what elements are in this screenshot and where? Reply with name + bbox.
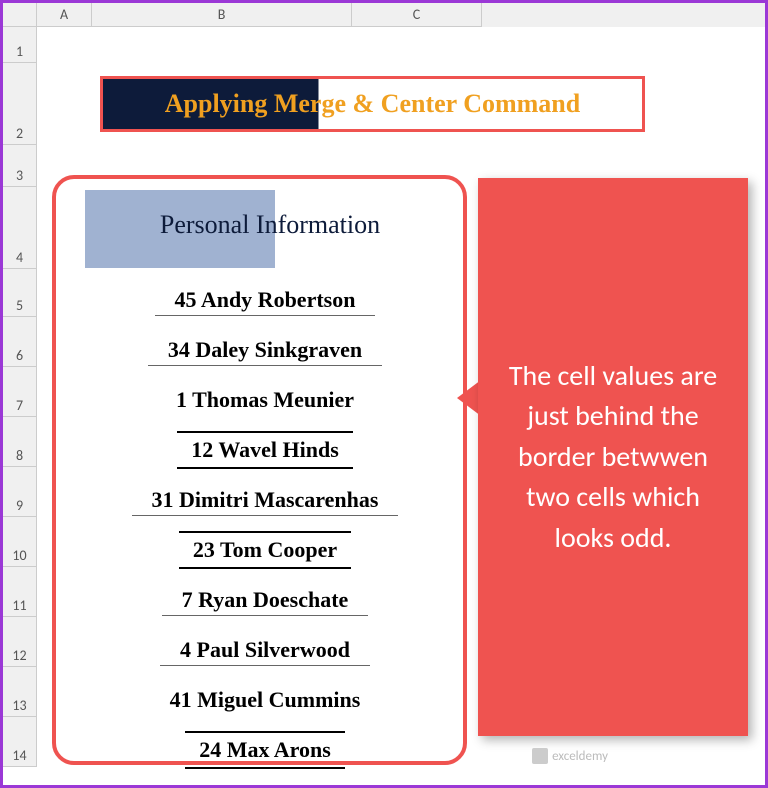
select-all-corner[interactable] [3, 3, 37, 27]
person-num: 41 [170, 687, 192, 712]
table-row[interactable]: 34 Daley Sinkgraven [80, 325, 450, 375]
column-headers: A B C [3, 3, 765, 27]
row-header-10[interactable]: 10 [3, 517, 37, 567]
person-num: 23 [193, 537, 215, 562]
person-num: 12 [191, 437, 213, 462]
person-num: 7 [182, 587, 193, 612]
row-header-4[interactable]: 4 [3, 187, 37, 269]
row-header-5[interactable]: 5 [3, 269, 37, 317]
row-header-9[interactable]: 9 [3, 467, 37, 517]
person-name: Ryan Doeschate [198, 587, 348, 612]
table-row[interactable]: 1 Thomas Meunier [80, 375, 450, 425]
col-header-A[interactable]: A [37, 3, 92, 27]
callout-text: The cell values are just behind the bord… [494, 356, 732, 559]
row-header-3[interactable]: 3 [3, 145, 37, 187]
person-num: 24 [199, 737, 221, 762]
row-header-7[interactable]: 7 [3, 367, 37, 417]
row-header-6[interactable]: 6 [3, 317, 37, 367]
person-num: 31 [152, 487, 174, 512]
section-header-cell[interactable]: Personal Information [100, 195, 440, 255]
callout-box: The cell values are just behind the bord… [478, 178, 748, 736]
row-header-13[interactable]: 13 [3, 667, 37, 717]
person-name: Dimitri Mascarenhas [179, 487, 378, 512]
person-name: Max Arons [227, 737, 331, 762]
title-merged-cell[interactable]: Applying Merge & Center Command [100, 76, 645, 132]
watermark: exceldemy [532, 748, 608, 764]
table-row[interactable]: 12 Wavel Hinds [80, 425, 450, 475]
watermark-brand: exceldemy [552, 749, 608, 764]
person-num: 34 [168, 337, 190, 362]
col-header-B[interactable]: B [92, 3, 352, 27]
row-header-11[interactable]: 11 [3, 567, 37, 617]
person-name: Andy Robertson [201, 287, 356, 312]
col-header-C[interactable]: C [352, 3, 482, 27]
person-name: Thomas Meunier [192, 387, 354, 412]
data-table: 45 Andy Robertson 34 Daley Sinkgraven 1 … [80, 275, 450, 775]
row-header-12[interactable]: 12 [3, 617, 37, 667]
person-name: Wavel Hinds [218, 437, 338, 462]
watermark-logo-icon [532, 748, 548, 764]
table-row[interactable]: 31 Dimitri Mascarenhas [80, 475, 450, 525]
row-header-14[interactable]: 14 [3, 717, 37, 767]
table-row[interactable]: 24 Max Arons [80, 725, 450, 775]
person-name: Paul Silverwood [197, 637, 350, 662]
table-row[interactable]: 23 Tom Cooper [80, 525, 450, 575]
person-num: 45 [175, 287, 197, 312]
spreadsheet-grid: A B C [3, 3, 765, 27]
person-num: 4 [180, 637, 191, 662]
person-num: 1 [176, 387, 187, 412]
person-name: Tom Cooper [220, 537, 337, 562]
row-header-2[interactable]: 2 [3, 63, 37, 145]
person-name: Daley Sinkgraven [195, 337, 362, 362]
table-row[interactable]: 7 Ryan Doeschate [80, 575, 450, 625]
person-name: Miguel Cummins [197, 687, 360, 712]
table-row[interactable]: 45 Andy Robertson [80, 275, 450, 325]
row-header-8[interactable]: 8 [3, 417, 37, 467]
table-row[interactable]: 41 Miguel Cummins [80, 675, 450, 725]
row-header-1[interactable]: 1 [3, 27, 37, 63]
table-row[interactable]: 4 Paul Silverwood [80, 625, 450, 675]
